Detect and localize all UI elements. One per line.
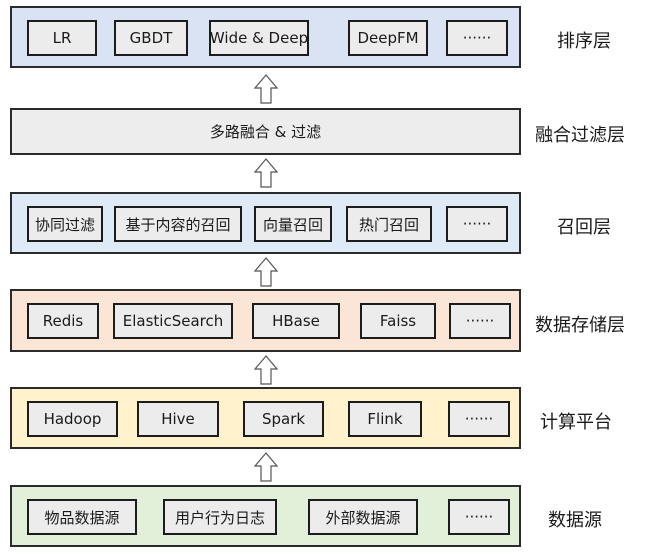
ranking-item-wide-deep: Wide & Deep	[209, 20, 309, 56]
source-item-user-behavior-log: 用户行为日志	[163, 499, 277, 535]
up-arrow-icon	[254, 452, 278, 482]
ranking-item-lr: LR	[27, 20, 97, 56]
recall-item-popular: 热门召回	[346, 206, 432, 242]
ranking-item-gbdt: GBDT	[114, 20, 188, 56]
up-arrow-icon	[254, 158, 278, 188]
source-item-external-data: 外部数据源	[308, 499, 418, 535]
ranking-layer: LR GBDT Wide & Deep DeepFM ······	[10, 6, 521, 68]
up-arrow-icon	[254, 74, 278, 104]
up-arrow-icon	[254, 355, 278, 385]
fusion-layer: 多路融合 & 过滤	[10, 108, 521, 155]
storage-item-more: ······	[449, 303, 511, 339]
recall-item-vector: 向量召回	[254, 206, 332, 242]
recall-item-more: ······	[446, 206, 508, 242]
ranking-item-more: ······	[446, 20, 508, 56]
storage-item-elasticsearch: ElasticSearch	[113, 303, 233, 339]
fusion-text: 多路融合 & 过滤	[209, 123, 322, 141]
ranking-layer-label: 排序层	[557, 31, 611, 52]
compute-item-hadoop: Hadoop	[27, 401, 118, 437]
recall-layer-label: 召回层	[557, 217, 611, 238]
storage-layer-label: 数据存储层	[535, 315, 625, 336]
source-item-more: ······	[448, 499, 510, 535]
fusion-layer-label: 融合过滤层	[535, 125, 625, 146]
source-item-item-data: 物品数据源	[27, 499, 137, 535]
compute-layer-label: 计算平台	[540, 412, 612, 433]
storage-item-hbase: HBase	[252, 303, 340, 339]
up-arrow-icon	[254, 257, 278, 287]
data-source-layer-label: 数据源	[548, 510, 602, 531]
storage-item-redis: Redis	[27, 303, 99, 339]
storage-layer: Redis ElasticSearch HBase Faiss ······	[10, 289, 521, 352]
ranking-item-deepfm: DeepFM	[348, 20, 428, 56]
compute-item-spark: Spark	[243, 401, 324, 437]
compute-item-hive: Hive	[137, 401, 219, 437]
recall-item-collaborative-filtering: 协同过滤	[27, 206, 103, 242]
recall-layer: 协同过滤 基于内容的召回 向量召回 热门召回 ······	[10, 192, 521, 254]
data-source-layer: 物品数据源 用户行为日志 外部数据源 ······	[10, 485, 521, 547]
compute-item-flink: Flink	[348, 401, 422, 437]
compute-item-more: ······	[448, 401, 510, 437]
compute-layer: Hadoop Hive Spark Flink ······	[10, 387, 521, 449]
recall-item-content-based: 基于内容的召回	[114, 206, 242, 242]
storage-item-faiss: Faiss	[360, 303, 436, 339]
